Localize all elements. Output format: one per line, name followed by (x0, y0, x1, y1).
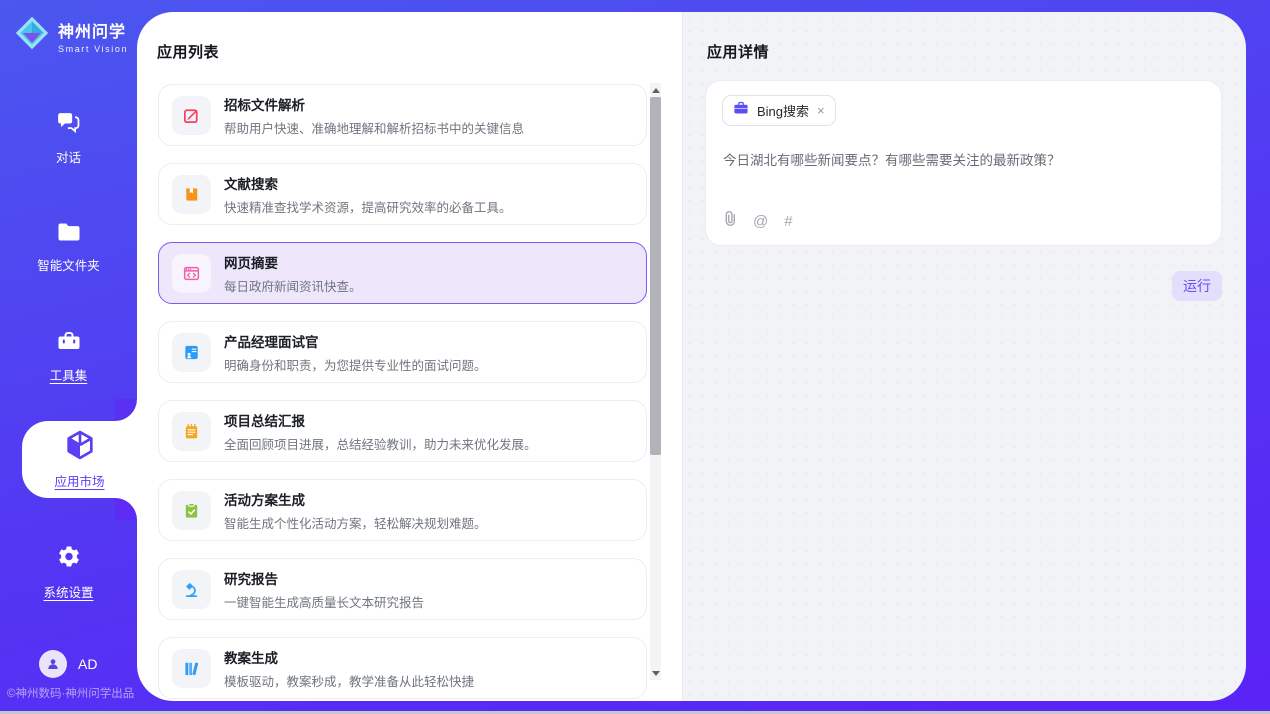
cube-icon (64, 429, 96, 466)
clipboard-check-icon (172, 491, 211, 530)
sidebar-item-chat[interactable]: 对话 (0, 110, 137, 166)
app-card-title: 教案生成 (224, 647, 474, 667)
microscope-icon (172, 570, 211, 609)
tool-tag-bing-search[interactable]: Bing搜索 × (722, 95, 836, 126)
resume-icon (172, 333, 211, 372)
app-card[interactable]: 教案生成 模板驱动，教案秒成，教学准备从此轻松快捷 (158, 637, 647, 699)
app-card-list: 招标文件解析 帮助用户快速、准确地理解和解析招标书中的关键信息 文献搜索 快速精… (158, 84, 647, 701)
app-card-desc: 明确身份和职责，为您提供专业性的面试问题。 (224, 355, 487, 374)
sidebar-item-app-market[interactable]: 应用市场 (22, 421, 137, 498)
query-input[interactable]: 今日湖北有哪些新闻要点？有哪些需要关注的最新政策？ (723, 151, 1204, 171)
app-card-desc: 模板驱动，教案秒成，教学准备从此轻松快捷 (224, 671, 474, 690)
scroll-up-icon[interactable] (650, 83, 661, 97)
app-card-desc: 帮助用户快速、准确地理解和解析招标书中的关键信息 (224, 118, 524, 137)
toolbox-icon (56, 329, 82, 358)
gear-icon (56, 544, 82, 575)
scrollbar-thumb[interactable] (650, 97, 661, 455)
app-card[interactable]: 文献搜索 快速精准查找学术资源，提高研究效率的必备工具。 (158, 163, 647, 225)
brand-subtitle: Smart Vision (58, 44, 128, 54)
app-card[interactable]: 招标文件解析 帮助用户快速、准确地理解和解析招标书中的关键信息 (158, 84, 647, 146)
app-card-desc: 每日政府新闻资讯快查。 (224, 276, 362, 295)
app-card-desc: 一键智能生成高质量长文本研究报告 (224, 592, 424, 611)
topic-hash-icon[interactable]: # (784, 213, 792, 230)
edit-document-icon (172, 96, 211, 135)
briefcase-icon (733, 101, 749, 120)
user-account[interactable]: AD (39, 650, 97, 678)
content-area: 应用列表 招标文件解析 帮助用户快速、准确地理解和解析招标书中的关键信息 (137, 12, 1246, 701)
app-card[interactable]: 活动方案生成 智能生成个性化活动方案，轻松解决规划难题。 (158, 479, 647, 541)
chat-icon (55, 110, 82, 140)
brand-logo: 神州问学 Smart Vision (14, 15, 128, 56)
sidebar-item-settings[interactable]: 系统设置 (0, 544, 137, 601)
app-list-scrollbar[interactable] (650, 83, 661, 680)
folder-icon (56, 221, 82, 248)
book-icon (172, 175, 211, 214)
sidebar-item-label: 系统设置 (43, 582, 93, 601)
copyright-text: ©神州数码·神州问学出品 (7, 685, 137, 701)
mention-icon[interactable]: @ (753, 213, 768, 230)
app-detail-panel: 应用详情 Bing搜索 × 今日湖北有哪些新闻要点？有哪些需要关注的最新政策？ (682, 12, 1246, 701)
active-tab-curve-bottom (115, 498, 137, 520)
app-card-title: 项目总结汇报 (224, 410, 537, 430)
app-card-title: 招标文件解析 (224, 94, 524, 114)
app-list-title: 应用列表 (157, 41, 219, 62)
app-card[interactable]: 项目总结汇报 全面回顾项目进展，总结经验教训，助力未来优化发展。 (158, 400, 647, 462)
sidebar-item-label: 应用市场 (54, 471, 104, 490)
notepad-icon (172, 412, 211, 451)
app-card-desc: 智能生成个性化活动方案，轻松解决规划难题。 (224, 513, 487, 532)
run-button[interactable]: 运行 (1172, 271, 1222, 301)
sidebar-item-smart-folders[interactable]: 智能文件夹 (0, 221, 137, 274)
app-card-title: 产品经理面试官 (224, 331, 487, 351)
app-card-desc: 快速精准查找学术资源，提高研究效率的必备工具。 (224, 197, 512, 216)
close-icon[interactable]: × (817, 104, 825, 117)
active-tab-curve-top (115, 399, 137, 421)
app-card[interactable]: 研究报告 一键智能生成高质量长文本研究报告 (158, 558, 647, 620)
prompt-card: Bing搜索 × 今日湖北有哪些新闻要点？有哪些需要关注的最新政策？ @ # (705, 80, 1222, 246)
app-card-title: 研究报告 (224, 568, 424, 588)
composer-toolbar: @ # (723, 210, 793, 232)
app-window: 神州问学 Smart Vision 对话 智能文件夹 (0, 0, 1270, 714)
app-card-title: 文献搜索 (224, 173, 512, 193)
browser-code-icon (172, 254, 211, 293)
books-icon (172, 649, 211, 688)
app-list-panel: 应用列表 招标文件解析 帮助用户快速、准确地理解和解析招标书中的关键信息 (137, 12, 682, 701)
sidebar-item-toolset[interactable]: 工具集 (0, 329, 137, 384)
app-detail-title: 应用详情 (707, 41, 769, 62)
brand-diamond-icon (14, 15, 50, 56)
user-label: AD (78, 656, 97, 672)
app-card-title: 网页摘要 (224, 252, 362, 272)
sidebar-item-label: 对话 (56, 147, 81, 166)
app-card-title: 活动方案生成 (224, 489, 487, 509)
app-card[interactable]: 产品经理面试官 明确身份和职责，为您提供专业性的面试问题。 (158, 321, 647, 383)
avatar (39, 650, 67, 678)
sidebar-item-label: 智能文件夹 (37, 255, 100, 274)
tool-tag-label: Bing搜索 (757, 101, 809, 120)
scroll-down-icon[interactable] (650, 666, 661, 680)
app-card-selected[interactable]: 网页摘要 每日政府新闻资讯快查。 (158, 242, 647, 304)
sidebar-item-label: 工具集 (50, 365, 88, 384)
app-card-desc: 全面回顾项目进展，总结经验教训，助力未来优化发展。 (224, 434, 537, 453)
paperclip-icon[interactable] (723, 210, 737, 232)
brand-name: 神州问学 (58, 18, 128, 42)
